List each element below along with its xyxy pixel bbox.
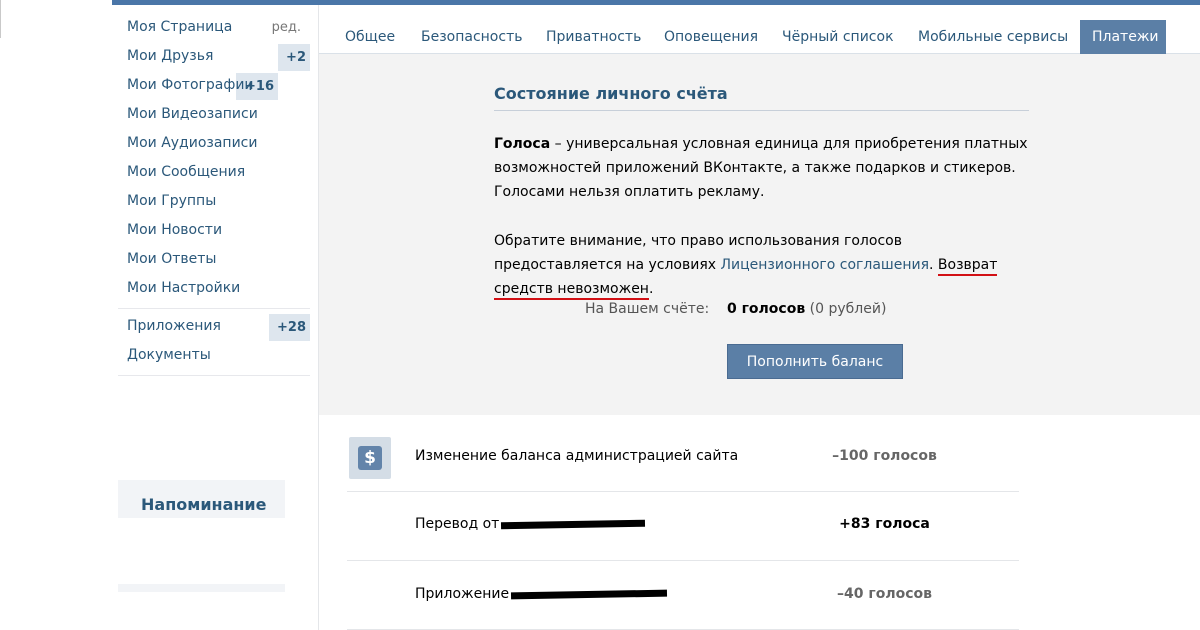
transaction-row: $ Изменение баланса администрацией сайта… [347, 424, 1019, 492]
sidebar-item-groups[interactable]: Мои Группы [118, 188, 310, 217]
sidebar-item-label[interactable]: Мои Новости [127, 222, 222, 238]
tab-privacy[interactable]: Приватность [546, 29, 641, 45]
sidebar-item-documents[interactable]: Документы [118, 342, 310, 371]
redacted-app-name [511, 589, 668, 599]
reminder-block[interactable]: Напоминание [118, 480, 285, 518]
license-notice: Обратите внимание, что право использован… [494, 229, 1034, 301]
sidebar-item-news[interactable]: Мои Новости [118, 217, 310, 246]
sidebar-item-friends[interactable]: Мои Друзья +2 [118, 43, 310, 72]
sidebar-divider [118, 375, 310, 376]
sidebar-item-label[interactable]: Приложения [127, 318, 221, 334]
tab-payments[interactable]: Платежи [1080, 20, 1166, 54]
section-divider [494, 110, 1029, 111]
transaction-type: Приложение [415, 586, 510, 602]
transaction-type: Перевод от [415, 516, 500, 532]
sidebar-item-apps[interactable]: Приложения +28 [118, 313, 310, 342]
sidebar-item-label[interactable]: Моя Страница [127, 19, 232, 35]
sidebar-item-audio[interactable]: Мои Аудиозаписи [118, 130, 310, 159]
top-up-balance-button[interactable]: Пополнить баланс [727, 344, 903, 379]
balance-rubles: (0 рублей) [809, 301, 887, 317]
sidebar-item-label[interactable]: Документы [127, 347, 211, 363]
section-title: Состояние личного счёта [494, 84, 728, 103]
sidebar-item-label[interactable]: Мои Аудиозаписи [127, 135, 257, 151]
row-divider [347, 560, 1019, 561]
transaction-amount: –40 голосов [837, 586, 932, 602]
sidebar-item-label[interactable]: Мои Друзья [127, 48, 213, 64]
settings-tabs: Общее Безопасность Приватность Оповещени… [319, 5, 1200, 54]
votes-description: Голоса – универсальная условная единица … [494, 132, 1034, 204]
sidebar-item-messages[interactable]: Мои Сообщения [118, 159, 310, 188]
votes-term: Голоса [494, 136, 551, 152]
tab-blacklist[interactable]: Чёрный список [782, 29, 894, 45]
transaction-description: Приложение [415, 586, 668, 602]
sidebar-item-label[interactable]: Мои Фотографии [127, 77, 254, 93]
sidebar-item-label[interactable]: Мои Видеозаписи [127, 106, 258, 122]
dollar-icon: $ [349, 437, 391, 479]
transaction-amount: +83 голоса [839, 516, 930, 532]
transaction-description: Изменение баланса администрацией сайта [415, 448, 739, 464]
account-balance-value: 0 голосов (0 рублей) [727, 301, 886, 317]
transaction-description: Перевод от [415, 516, 646, 532]
sidebar-item-answers[interactable]: Мои Ответы [118, 246, 310, 275]
sidebar-item-my-page[interactable]: Моя Страница ред. [118, 14, 310, 43]
left-sidebar: Моя Страница ред. Мои Друзья +2 +16 Мои … [118, 14, 310, 380]
reminder-footer [118, 584, 285, 592]
balance-votes: 0 голосов [727, 301, 806, 317]
sidebar-item-label[interactable]: Мои Ответы [127, 251, 216, 267]
tab-security[interactable]: Безопасность [421, 29, 522, 45]
license-agreement-link[interactable]: Лицензионного соглашения [720, 257, 929, 273]
notification-badge[interactable]: +28 [269, 314, 310, 341]
transaction-row: Перевод от +83 голоса [347, 492, 1019, 560]
tab-mobile-services[interactable]: Мобильные сервисы [918, 29, 1068, 45]
sidebar-item-settings[interactable]: Мои Настройки [118, 275, 310, 304]
transaction-amount: –100 голосов [832, 448, 937, 464]
sidebar-item-label[interactable]: Мои Настройки [127, 280, 240, 296]
sidebar-item-videos[interactable]: Мои Видеозаписи [118, 101, 310, 130]
redacted-sender-name [501, 519, 646, 529]
edit-link[interactable]: ред. [272, 20, 301, 35]
sidebar-item-label[interactable]: Мои Группы [127, 193, 216, 209]
notice-end: . [648, 281, 654, 297]
account-status-panel: Состояние личного счёта Голоса – универс… [319, 54, 1200, 415]
account-balance-label: На Вашем счёте: [585, 301, 710, 317]
notice-separator: . [929, 257, 938, 273]
window-edge [0, 0, 1, 38]
votes-description-text: – универсальная условная единица для при… [494, 136, 1028, 200]
notification-badge[interactable]: +2 [278, 44, 310, 71]
tab-general[interactable]: Общее [345, 29, 395, 45]
transaction-row: Приложение –40 голосов [347, 562, 1019, 630]
tab-notifications[interactable]: Оповещения [664, 29, 758, 45]
sidebar-item-label[interactable]: Мои Сообщения [127, 164, 245, 180]
reminder-title[interactable]: Напоминание [141, 495, 267, 514]
sidebar-item-photos[interactable]: +16 Мои Фотографии [118, 72, 310, 101]
main-content: Общее Безопасность Приватность Оповещени… [318, 5, 1200, 630]
sidebar-divider [118, 308, 310, 309]
